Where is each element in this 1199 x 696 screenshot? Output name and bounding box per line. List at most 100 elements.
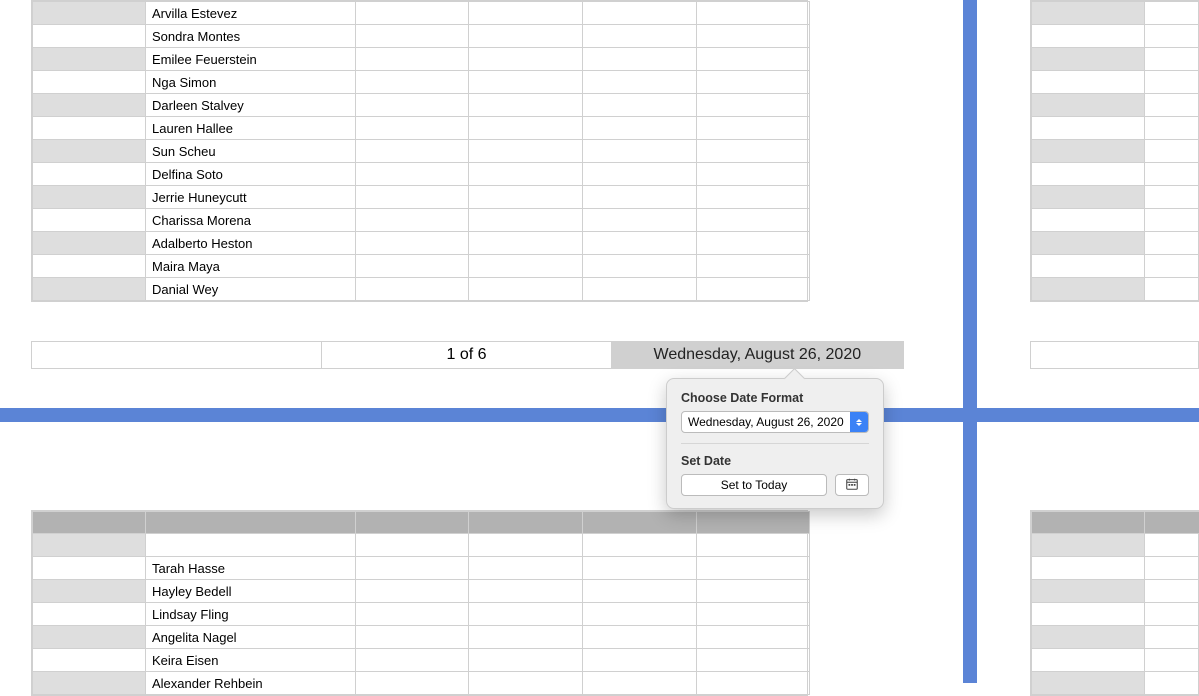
cell[interactable]: [356, 48, 469, 71]
cell[interactable]: [33, 48, 146, 71]
header-cell[interactable]: [583, 512, 697, 534]
name-cell[interactable]: [1145, 278, 1199, 301]
header-cell[interactable]: [356, 512, 469, 534]
cell[interactable]: [583, 534, 697, 557]
name-cell[interactable]: Keira Eisen: [146, 649, 356, 672]
cell[interactable]: [1032, 2, 1145, 25]
name-cell[interactable]: Alexander Rehbein: [146, 672, 356, 695]
cell[interactable]: [583, 163, 697, 186]
header-cell[interactable]: [1032, 512, 1145, 534]
cell[interactable]: [583, 672, 697, 695]
cell[interactable]: [1032, 94, 1145, 117]
cell[interactable]: [583, 626, 697, 649]
name-cell[interactable]: Adalberto Heston: [146, 232, 356, 255]
name-cell[interactable]: [1145, 534, 1199, 557]
cell[interactable]: [697, 48, 810, 71]
set-to-today-button[interactable]: Set to Today: [681, 474, 827, 496]
cell[interactable]: [33, 94, 146, 117]
name-cell[interactable]: [1145, 603, 1199, 626]
cell[interactable]: [583, 649, 697, 672]
name-cell[interactable]: [1145, 580, 1199, 603]
cell[interactable]: [697, 94, 810, 117]
name-cell[interactable]: [1145, 163, 1199, 186]
header-cell[interactable]: [697, 512, 810, 534]
date-format-select[interactable]: Wednesday, August 26, 2020: [681, 411, 869, 433]
cell[interactable]: [697, 209, 810, 232]
cell[interactable]: [33, 71, 146, 94]
cell[interactable]: [697, 672, 810, 695]
cell[interactable]: [697, 2, 810, 25]
cell[interactable]: [1032, 48, 1145, 71]
cell[interactable]: [33, 163, 146, 186]
name-cell[interactable]: Darleen Stalvey: [146, 94, 356, 117]
name-cell[interactable]: [1145, 2, 1199, 25]
cell[interactable]: [469, 626, 583, 649]
cell[interactable]: [1032, 25, 1145, 48]
cell[interactable]: [697, 232, 810, 255]
cell[interactable]: [1032, 534, 1145, 557]
cell[interactable]: [469, 163, 583, 186]
cell[interactable]: [33, 534, 146, 557]
name-cell[interactable]: [1145, 209, 1199, 232]
name-cell[interactable]: Sondra Montes: [146, 25, 356, 48]
cell[interactable]: [469, 649, 583, 672]
cell[interactable]: [697, 71, 810, 94]
name-cell[interactable]: [1145, 557, 1199, 580]
cell[interactable]: [33, 603, 146, 626]
cell[interactable]: [1032, 117, 1145, 140]
name-cell[interactable]: [1145, 25, 1199, 48]
cell[interactable]: [583, 140, 697, 163]
cell[interactable]: [583, 603, 697, 626]
cell[interactable]: [583, 48, 697, 71]
cell[interactable]: [33, 117, 146, 140]
cell[interactable]: [583, 25, 697, 48]
cell[interactable]: [1032, 71, 1145, 94]
cell[interactable]: [33, 557, 146, 580]
cell[interactable]: [1032, 255, 1145, 278]
cell[interactable]: [1032, 580, 1145, 603]
cell[interactable]: [33, 140, 146, 163]
cell[interactable]: [1032, 163, 1145, 186]
cell[interactable]: [697, 117, 810, 140]
cell[interactable]: [356, 71, 469, 94]
name-cell[interactable]: [1145, 232, 1199, 255]
name-cell[interactable]: Arvilla Estevez: [146, 2, 356, 25]
cell[interactable]: [356, 557, 469, 580]
cell[interactable]: [469, 255, 583, 278]
cell[interactable]: [583, 278, 697, 301]
cell[interactable]: [697, 163, 810, 186]
cell[interactable]: [697, 255, 810, 278]
cell[interactable]: [583, 94, 697, 117]
header-cell[interactable]: [469, 512, 583, 534]
cell[interactable]: [469, 186, 583, 209]
cell[interactable]: [356, 580, 469, 603]
cell[interactable]: [356, 649, 469, 672]
cell[interactable]: [583, 232, 697, 255]
cell[interactable]: [356, 534, 469, 557]
name-cell[interactable]: [1145, 94, 1199, 117]
name-cell[interactable]: [1145, 255, 1199, 278]
name-cell[interactable]: Angelita Nagel: [146, 626, 356, 649]
cell[interactable]: [356, 255, 469, 278]
cell[interactable]: [697, 534, 810, 557]
cell[interactable]: [356, 278, 469, 301]
cell[interactable]: [1032, 649, 1145, 672]
cell[interactable]: [583, 117, 697, 140]
cell[interactable]: [469, 140, 583, 163]
header-cell[interactable]: [146, 512, 356, 534]
cell[interactable]: [469, 25, 583, 48]
name-cell[interactable]: Charissa Morena: [146, 209, 356, 232]
cell[interactable]: [356, 163, 469, 186]
cell[interactable]: [356, 25, 469, 48]
cell[interactable]: [583, 255, 697, 278]
cell[interactable]: [1032, 209, 1145, 232]
cell[interactable]: [1032, 278, 1145, 301]
footer-page-indicator[interactable]: 1 of 6: [322, 342, 611, 368]
cell[interactable]: [469, 48, 583, 71]
name-cell[interactable]: [1145, 117, 1199, 140]
name-cell[interactable]: [146, 534, 356, 557]
cell[interactable]: [356, 186, 469, 209]
footer-cell[interactable]: [1031, 342, 1198, 368]
name-cell[interactable]: [1145, 649, 1199, 672]
cell[interactable]: [583, 71, 697, 94]
